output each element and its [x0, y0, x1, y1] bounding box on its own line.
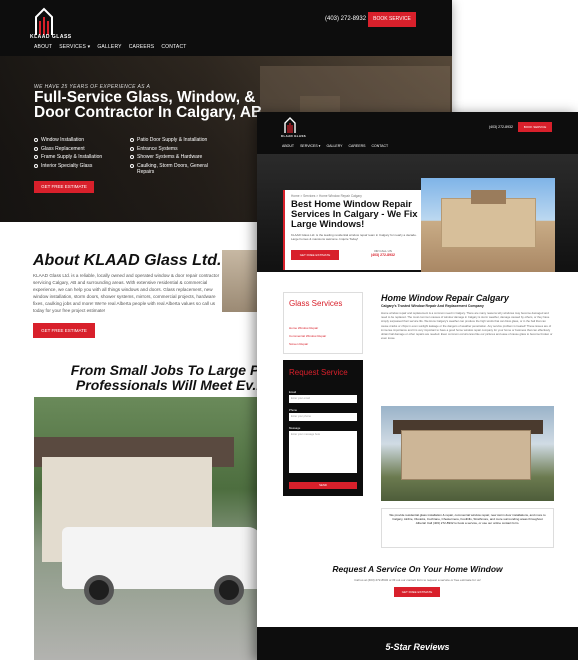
nav-gallery[interactable]: GALLERY — [97, 44, 121, 50]
form-title: Request Service — [289, 368, 348, 377]
nav-gallery[interactable]: GALLERY — [326, 144, 342, 148]
hero-estimate-button[interactable]: GET FREE ESTIMATE — [34, 181, 94, 193]
service-item: Caulking, Storm Doors, General Repairs — [130, 163, 220, 176]
service-item: Shower Systems & Hardware — [130, 154, 220, 161]
sidebar-link[interactable]: Commercial Window Repair — [289, 334, 326, 338]
service-item: Window Installation — [34, 137, 126, 144]
message-label: Message — [289, 426, 301, 430]
nav-careers[interactable]: CAREERS — [129, 44, 155, 50]
phone-field[interactable]: Enter your phone — [289, 413, 357, 421]
check-circle-icon — [34, 163, 38, 168]
call-us: OR CALL US (403) 272-8932 — [371, 249, 395, 257]
front-phone[interactable]: (403) 272-8932 — [489, 125, 513, 129]
nav-contact[interactable]: CONTACT — [161, 44, 186, 50]
service-item: Patio Door Supply & Installation — [130, 137, 220, 144]
message-field[interactable]: Enter your message here — [289, 431, 357, 473]
front-page-screenshot: KLAAD GLASS (403) 272-8932 BOOK SERVICE … — [257, 112, 578, 660]
nav-careers[interactable]: CAREERS — [349, 144, 366, 148]
reviews-title: 5-Star Reviews — [385, 642, 450, 652]
check-circle-icon — [130, 146, 134, 151]
section-title: From Small Jobs To Large P... Profession… — [70, 362, 270, 393]
request-service-form: Request Service Email Enter your email P… — [283, 360, 363, 496]
main-text: Home window repair and replacement is a … — [381, 311, 553, 341]
truck-house-photo — [34, 397, 294, 660]
nav-services[interactable]: SERVICES ▾ — [59, 44, 90, 50]
nav-contact[interactable]: CONTACT — [371, 144, 388, 148]
request-title: Request A Service On Your Home Window — [332, 564, 503, 574]
about-text: KLAAD Glass Ltd. is a reliable, locally … — [33, 273, 220, 313]
breadcrumb[interactable]: Home > Services > Home Window Repair Cal… — [291, 194, 362, 198]
back-book-service-button[interactable]: BOOK SERVICE — [368, 12, 416, 27]
hero-card: Home > Services > Home Window Repair Cal… — [283, 190, 421, 270]
hero-subtitle: KLAAD Glass Ltd. is the leading resident… — [291, 233, 417, 241]
hero-title: Full-Service Glass, Window, & Door Contr… — [34, 89, 263, 121]
check-circle-icon — [130, 163, 134, 168]
page-title: Best Home Window Repair Services In Calg… — [291, 199, 418, 230]
sidebar-link[interactable]: Screen Repair — [289, 342, 308, 346]
nav-about[interactable]: ABOUT — [34, 44, 52, 50]
check-circle-icon — [130, 155, 134, 159]
service-item: Interior Specialty Glass — [34, 163, 126, 176]
service-area-note: We provide residential glass installatio… — [381, 508, 554, 548]
check-circle-icon — [34, 138, 38, 142]
klaad-logo-icon[interactable] — [30, 5, 70, 37]
service-item: Frame Supply & Installation — [34, 154, 126, 161]
back-nav: ABOUT SERVICES ▾ GALLERY CAREERS CONTACT — [34, 44, 187, 50]
request-estimate-button[interactable]: GET FREE ESTIMATE — [394, 587, 440, 597]
nav-services[interactable]: SERVICES ▾ — [300, 144, 320, 148]
front-nav: ABOUT SERVICES ▾ GALLERY CAREERS CONTACT — [282, 144, 388, 148]
call-number-link[interactable]: (403) 272-8932 — [371, 253, 395, 257]
hero-estimate-button[interactable]: GET FREE ESTIMATE — [291, 250, 339, 260]
sidebar-link[interactable]: Home Window Repair — [289, 326, 318, 330]
service-item: Glass Replacement — [34, 146, 126, 153]
glass-services-sidebar: Glass Services Home Window Repair Commer… — [283, 292, 363, 354]
check-circle-icon — [34, 155, 38, 159]
klaad-logo-icon[interactable] — [282, 116, 302, 134]
nav-about[interactable]: ABOUT — [282, 144, 294, 148]
hero-services-list: Window Installation Patio Door Supply & … — [34, 137, 219, 176]
main-title: Home Window Repair Calgary — [381, 293, 509, 303]
send-button[interactable]: SEND — [289, 482, 357, 489]
phone-label: Phone — [289, 408, 298, 412]
request-subtitle: Call us at (403) 272-8932 or fill out ou… — [354, 578, 481, 582]
check-circle-icon — [130, 138, 134, 142]
email-label: Email — [289, 390, 296, 394]
about-title: About KLAAD Glass Ltd. — [33, 252, 222, 269]
front-logo-text: KLAAD GLASS — [281, 134, 306, 138]
back-logo-text: KLAAD GLASS — [30, 34, 72, 40]
about-image — [222, 250, 262, 312]
check-circle-icon — [34, 146, 38, 151]
hero-mansion-image — [421, 178, 555, 272]
email-field[interactable]: Enter your email — [289, 395, 357, 403]
service-item: Entrance Systems — [130, 146, 220, 153]
back-phone[interactable]: (403) 272-8932 — [325, 16, 366, 22]
house-photo — [381, 406, 554, 501]
front-book-service-button[interactable]: BOOK SERVICE — [518, 122, 552, 132]
about-estimate-button[interactable]: GET FREE ESTIMATE — [33, 323, 95, 338]
sidebar-title: Glass Services — [289, 299, 343, 308]
main-subtitle: Calgary's Trusted Window Repair And Repl… — [381, 304, 484, 308]
